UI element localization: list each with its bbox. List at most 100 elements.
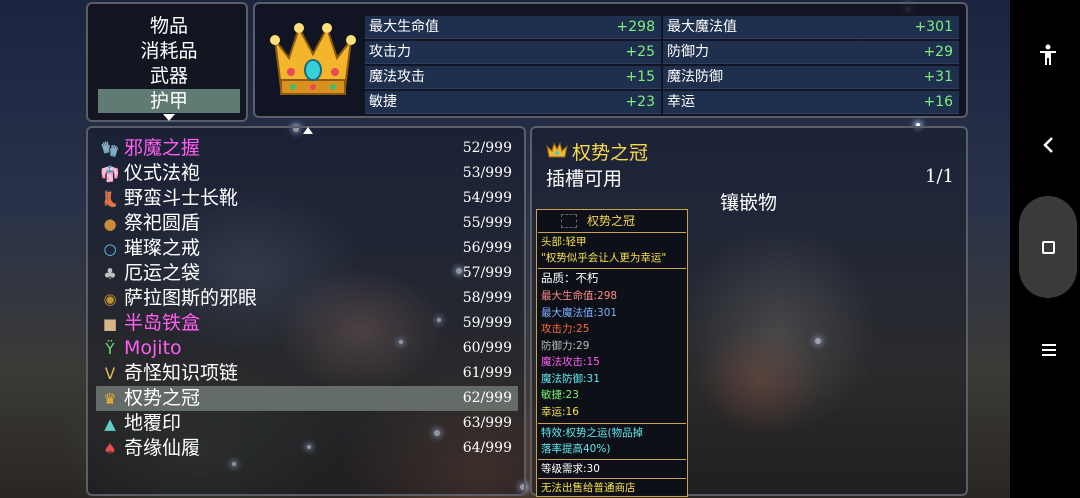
placeholder-icon <box>561 214 577 228</box>
tooltip-stat: 幸运:16 <box>541 405 579 418</box>
stat-label: 魔法攻击 <box>369 69 425 85</box>
list-item[interactable]: Ÿ Mojito 60/999 <box>96 336 518 361</box>
item-name: 璀璨之戒 <box>124 237 201 259</box>
equipment-stats-panel: 最大生命值 +298 攻击力 +25 魔法攻击 +15 敏捷 +23 最大魔法值… <box>253 2 968 118</box>
item-name: 野蛮斗士长靴 <box>124 187 239 209</box>
system-navigation-bar <box>1010 0 1080 498</box>
item-count: 63/999 <box>462 415 512 431</box>
item-name: 权势之冠 <box>124 387 201 409</box>
stat-defense: 防御力 +29 <box>663 41 959 64</box>
chevron-down-icon[interactable] <box>163 114 175 121</box>
stat-attack: 攻击力 +25 <box>365 41 661 64</box>
stat-label: 幸运 <box>667 94 695 110</box>
list-item[interactable]: ♛ 权势之冠 62/999 <box>96 386 518 411</box>
item-name: 奇缘仙履 <box>124 437 201 459</box>
item-name: 半岛铁盒 <box>124 312 201 334</box>
crown-icon: ♛ <box>103 390 117 408</box>
item-name: 奇怪知识项链 <box>124 362 239 384</box>
list-item[interactable]: 🧤 邪魔之握 52/999 <box>96 136 518 161</box>
stat-label: 魔法防御 <box>667 69 723 85</box>
stat-label: 防御力 <box>667 44 709 60</box>
scroll-up-icon[interactable] <box>303 127 313 134</box>
stat-label: 最大生命值 <box>369 19 439 35</box>
stat-magic-defense: 魔法防御 +31 <box>663 66 959 89</box>
stat-max-hp: 最大生命值 +298 <box>365 16 661 39</box>
crown-icon <box>265 10 361 110</box>
boots-icon: 👢 <box>100 190 120 208</box>
stat-value: +23 <box>625 94 655 110</box>
item-tooltip: 权势之冠 头部:轻甲 "权势似乎会让人更为幸运" 品质：不朽 最大生命值:298… <box>536 209 688 497</box>
item-count: 52/999 <box>462 140 512 156</box>
category-items[interactable]: 物品 <box>98 14 240 38</box>
ring-icon: ○ <box>103 240 117 258</box>
tooltip-quote: "权势似乎会让人更为幸运" <box>541 252 667 264</box>
list-item[interactable]: 👢 野蛮斗士长靴 54/999 <box>96 186 518 211</box>
robe-icon: 👘 <box>100 165 120 183</box>
round-shield-icon: ● <box>103 215 117 233</box>
stat-value: +301 <box>914 19 953 35</box>
evil-eye-icon: ◉ <box>103 290 117 308</box>
back-icon[interactable] <box>1042 136 1054 154</box>
list-item[interactable]: ◉ 萨拉图斯的邪眼 58/999 <box>96 286 518 311</box>
tooltip-stat: 防御力:29 <box>541 339 590 352</box>
necklace-icon: ᐯ <box>104 365 116 383</box>
item-count: 60/999 <box>462 340 512 356</box>
stat-value: +16 <box>923 94 953 110</box>
stat-value: +31 <box>923 69 953 85</box>
gauntlet-icon: 🧤 <box>100 140 120 158</box>
list-item[interactable]: ● 祭祀圆盾 55/999 <box>96 211 518 236</box>
stat-label: 敏捷 <box>369 94 397 110</box>
item-name: 地覆印 <box>124 412 182 434</box>
item-name: Mojito <box>124 337 182 359</box>
tooltip-stat: 最大生命值:298 <box>541 290 618 302</box>
menu-icon[interactable] <box>1042 344 1056 356</box>
cocktail-icon: Ÿ <box>105 340 115 358</box>
tooltip-quality: 品质：不朽 <box>541 271 599 285</box>
tooltip-effect-line1: 特效:权势之运(物品掉 <box>541 427 644 439</box>
accessibility-icon[interactable] <box>1038 44 1058 66</box>
item-count: 57/999 <box>462 265 512 281</box>
slipper-icon: ♠ <box>103 440 117 458</box>
list-item[interactable]: ▲ 地覆印 63/999 <box>96 411 518 436</box>
category-consumables[interactable]: 消耗品 <box>98 39 240 63</box>
stat-value: +25 <box>625 44 655 60</box>
divider <box>538 423 686 424</box>
item-count: 59/999 <box>462 315 512 331</box>
divider <box>538 232 686 233</box>
item-count: 62/999 <box>462 390 512 406</box>
detail-title: 权势之冠 <box>572 142 649 164</box>
home-icon[interactable] <box>1042 241 1055 254</box>
list-item[interactable]: 👘 仪式法袍 53/999 <box>96 161 518 186</box>
stat-magic-attack: 魔法攻击 +15 <box>365 66 661 89</box>
tooltip-stat: 魔法攻击:15 <box>541 356 600 368</box>
list-item[interactable]: ♠ 奇缘仙履 64/999 <box>96 436 518 461</box>
stat-agility: 敏捷 +23 <box>365 91 661 114</box>
tooltip-stat: 最大魔法值:301 <box>541 306 618 319</box>
inlay-button[interactable]: 镶嵌物 <box>720 188 777 215</box>
stat-label: 攻击力 <box>369 44 411 60</box>
divider <box>538 459 686 460</box>
category-armor[interactable]: 护甲 <box>98 89 240 113</box>
list-item[interactable]: ᐯ 奇怪知识项链 61/999 <box>96 361 518 386</box>
seal-icon: ▲ <box>104 415 116 433</box>
item-count: 61/999 <box>462 365 512 381</box>
item-count: 55/999 <box>462 215 512 231</box>
divider <box>538 268 686 269</box>
tooltip-stat: 攻击力:25 <box>541 323 590 335</box>
stat-luck: 幸运 +16 <box>663 91 959 114</box>
socket-available-label: 插槽可用 <box>546 168 623 190</box>
tooltip-stat: 敏捷:23 <box>541 389 579 401</box>
item-name: 祭祀圆盾 <box>124 212 201 234</box>
socket-count: 1/1 <box>925 166 954 187</box>
item-count: 56/999 <box>462 240 512 256</box>
tooltip-effect-line2: 落率提高40%) <box>541 443 611 455</box>
divider <box>538 478 686 479</box>
category-weapons[interactable]: 武器 <box>98 64 240 88</box>
list-item[interactable]: ○ 璀璨之戒 56/999 <box>96 236 518 261</box>
item-name: 仪式法袍 <box>124 162 201 184</box>
list-item[interactable]: ♣ 厄运之袋 57/999 <box>96 261 518 286</box>
stat-value: +15 <box>625 69 655 85</box>
list-item[interactable]: ■ 半岛铁盒 59/999 <box>96 311 518 336</box>
item-name: 邪魔之握 <box>124 137 201 159</box>
crown-icon <box>546 140 568 160</box>
